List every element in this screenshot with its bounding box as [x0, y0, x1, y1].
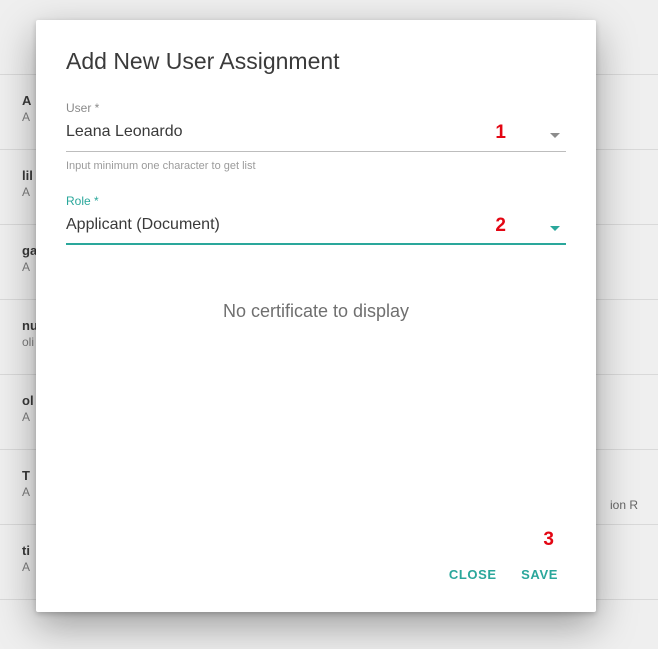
save-button[interactable]: SAVE — [511, 559, 568, 590]
annotation-2: 2 — [495, 215, 506, 237]
chevron-down-icon — [550, 133, 560, 138]
modal-actions: 3 CLOSE SAVE — [439, 559, 568, 590]
modal-title: Add New User Assignment — [66, 48, 566, 75]
chevron-down-icon — [550, 226, 560, 231]
role-label: Role * — [66, 194, 566, 208]
user-select[interactable]: User * Leana Leonardo 1 — [66, 101, 566, 152]
close-button[interactable]: CLOSE — [439, 559, 507, 590]
annotation-1: 1 — [495, 122, 506, 144]
user-hint: Input minimum one character to get list — [66, 160, 566, 172]
add-user-assignment-modal: Add New User Assignment User * Leana Leo… — [36, 20, 596, 612]
empty-state-message: No certificate to display — [66, 301, 566, 322]
user-value: Leana Leonardo — [66, 121, 566, 152]
role-value: Applicant (Document) — [66, 214, 566, 245]
bg-right-text: ion R — [610, 498, 638, 512]
user-label: User * — [66, 101, 566, 115]
annotation-3: 3 — [543, 529, 554, 551]
role-select[interactable]: Role * Applicant (Document) 2 — [66, 194, 566, 245]
